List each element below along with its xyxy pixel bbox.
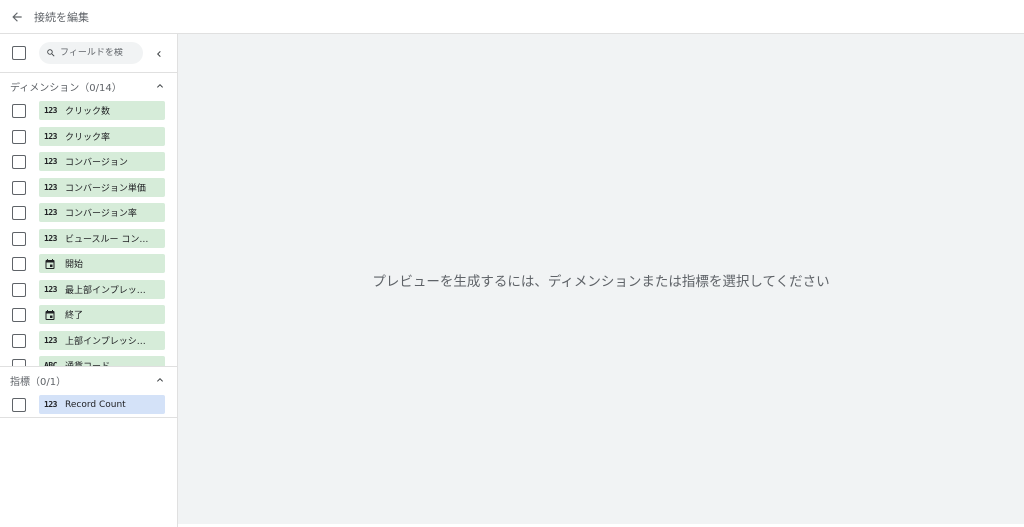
metrics-collapse-toggle[interactable] bbox=[153, 373, 167, 387]
search-row bbox=[0, 34, 177, 73]
dimension-field-label: 最上部インプレッ… bbox=[65, 285, 146, 296]
dimension-field-checkbox[interactable] bbox=[12, 282, 26, 297]
preview-canvas: プレビューを生成するには、ディメンションまたは指標を選択してください bbox=[178, 34, 1024, 524]
dimension-field-chip[interactable]: 123 クリック率 bbox=[39, 126, 165, 146]
back-button[interactable] bbox=[0, 0, 34, 34]
dimension-field-chip[interactable]: 123 クリック数 bbox=[39, 101, 165, 120]
dimension-field-row: ABC 通貨コード bbox=[0, 354, 177, 367]
dimension-field-chip[interactable]: 終了 bbox=[39, 305, 165, 324]
search-box[interactable] bbox=[39, 42, 143, 64]
dimension-field-row: 123 コンバージョン bbox=[0, 150, 177, 176]
calendar-icon bbox=[44, 258, 62, 270]
dimension-field-label: 上部インプレッシ… bbox=[65, 336, 146, 347]
number-type-icon: 123 bbox=[44, 157, 57, 166]
dimension-field-row: 開始 bbox=[0, 252, 177, 278]
dimension-field-chip[interactable]: 123 ビュースルー コン… bbox=[39, 228, 165, 248]
dimension-field-checkbox[interactable] bbox=[12, 104, 26, 118]
number-type-icon: 123 bbox=[44, 335, 57, 345]
calendar-icon bbox=[44, 309, 62, 321]
dimensions-section-header[interactable]: ディメンション（0/14） bbox=[0, 73, 177, 99]
dimension-field-chip[interactable]: 開始 bbox=[39, 254, 165, 273]
metric-field-row: 123 Record Count bbox=[0, 393, 177, 419]
arrow-back-icon bbox=[12, 11, 22, 22]
dimension-field-row: 123 クリック数 bbox=[0, 99, 177, 125]
dimension-field-label: クリック率 bbox=[65, 132, 111, 143]
top-bar: 接続を編集 bbox=[0, 0, 1024, 34]
dimension-list: 123 クリック数 123 クリック率 123 コンバージョン 123 コンバージョン単価 12… bbox=[0, 99, 177, 367]
number-type-icon: 123 bbox=[44, 400, 57, 409]
number-type-icon: 123 bbox=[44, 233, 57, 243]
dimension-field-checkbox[interactable] bbox=[12, 206, 26, 220]
dimension-field-checkbox[interactable] bbox=[12, 231, 26, 246]
search-icon bbox=[47, 49, 55, 57]
metrics-header-label: 指標（0/1） bbox=[10, 376, 67, 388]
dimension-field-checkbox[interactable] bbox=[12, 333, 26, 348]
dimension-field-label: コンバージョン率 bbox=[65, 209, 137, 219]
page-title: 接続を編集 bbox=[34, 10, 89, 24]
dimensions-collapse-toggle[interactable] bbox=[153, 79, 167, 93]
dimension-field-checkbox[interactable] bbox=[12, 129, 26, 144]
select-all-checkbox[interactable] bbox=[12, 46, 26, 60]
dimension-field-row: 123 クリック率 bbox=[0, 125, 177, 151]
dimension-field-row: 123 コンバージョン率 bbox=[0, 201, 177, 227]
dimension-field-checkbox[interactable] bbox=[12, 155, 26, 169]
field-sidebar: ディメンション（0/14） 123 クリック数 123 クリック率 123 コンバージョン… bbox=[0, 34, 178, 527]
dimension-field-chip[interactable]: 123 コンバージョン単価 bbox=[39, 177, 165, 197]
chevron-up-icon bbox=[157, 378, 163, 382]
number-type-icon: 123 bbox=[44, 106, 57, 115]
metric-field-chip[interactable]: 123 Record Count bbox=[39, 395, 165, 414]
dimension-field-row: 終了 bbox=[0, 303, 177, 329]
dimension-field-label: 終了 bbox=[65, 311, 84, 321]
empty-preview-message: プレビューを生成するには、ディメンションまたは指標を選択してください bbox=[372, 274, 830, 290]
dimension-field-chip[interactable]: 123 コンバージョン bbox=[39, 152, 165, 171]
number-type-icon: 123 bbox=[44, 182, 57, 192]
dimension-field-checkbox[interactable] bbox=[12, 359, 26, 366]
metric-field-checkbox[interactable] bbox=[12, 398, 26, 412]
dimension-field-label: クリック数 bbox=[65, 107, 111, 117]
dimension-field-row: 123 ビュースルー コン… bbox=[0, 227, 177, 253]
dimension-field-row: 123 上部インプレッシ… bbox=[0, 329, 177, 355]
metrics-section-header[interactable]: 指標（0/1） bbox=[0, 367, 177, 393]
dimension-field-row: 123 最上部インプレッ… bbox=[0, 278, 177, 304]
dimension-field-label: コンバージョン単価 bbox=[65, 183, 146, 194]
dimension-field-checkbox[interactable] bbox=[12, 308, 26, 322]
dimension-field-label: 通貨コード bbox=[65, 362, 111, 367]
metric-field-label: Record Count bbox=[65, 399, 126, 410]
dimension-field-checkbox[interactable] bbox=[12, 180, 26, 195]
dimension-field-label: ビュースルー コン… bbox=[65, 234, 149, 245]
number-type-icon: 123 bbox=[44, 131, 57, 141]
dimension-field-chip[interactable]: 123 コンバージョン率 bbox=[39, 203, 165, 222]
number-type-icon: 123 bbox=[44, 208, 57, 217]
number-type-icon: 123 bbox=[44, 284, 57, 294]
collapse-panel-button[interactable] bbox=[151, 46, 167, 62]
dimension-field-chip[interactable]: ABC 通貨コード bbox=[39, 356, 165, 367]
dimension-field-checkbox[interactable] bbox=[12, 257, 26, 271]
dimension-field-chip[interactable]: 123 上部インプレッシ… bbox=[39, 330, 165, 350]
chevron-up-icon bbox=[157, 84, 163, 88]
search-input[interactable] bbox=[60, 48, 140, 58]
dimension-field-label: コンバージョン bbox=[65, 158, 128, 168]
chevron-left-icon bbox=[157, 51, 161, 57]
dimension-field-label: 開始 bbox=[65, 260, 84, 270]
dimensions-header-label: ディメンション（0/14） bbox=[10, 82, 122, 94]
metric-list: 123 Record Count bbox=[0, 393, 177, 418]
dimension-field-chip[interactable]: 123 最上部インプレッ… bbox=[39, 279, 165, 299]
dimension-field-row: 123 コンバージョン単価 bbox=[0, 176, 177, 202]
